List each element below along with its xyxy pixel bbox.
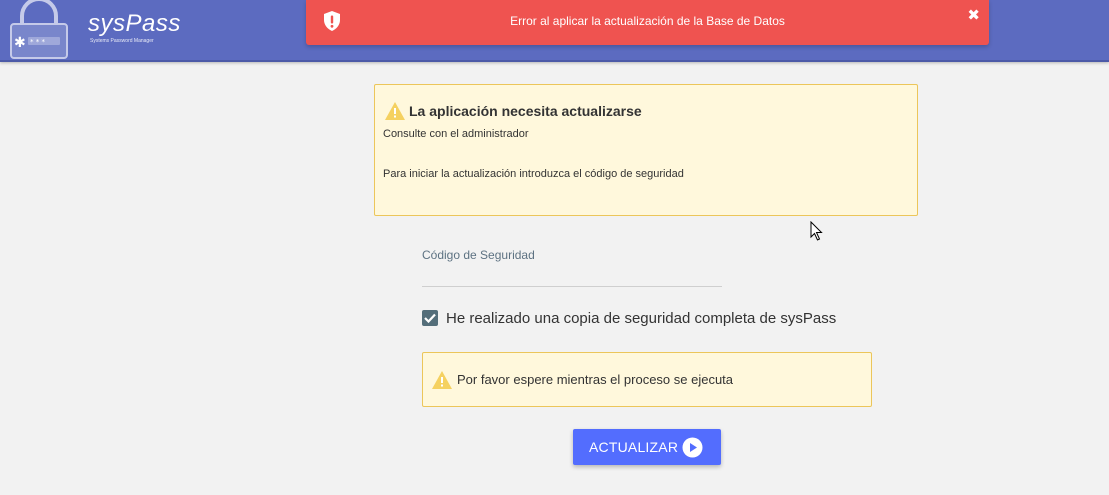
close-icon[interactable]: ✖ [967,6,980,24]
security-code-input[interactable] [422,266,722,287]
lock-logo-icon: ✱ * * * [10,0,68,59]
wait-text: Por favor espere mientras el proceso se … [457,372,734,387]
svg-text:* * *: * * * [30,38,45,46]
warning-icon [385,102,405,120]
checkmark-icon [424,313,436,323]
wait-notice: Por favor espere mientras el proceso se … [422,352,872,407]
error-alert: Error al aplicar la actualización de la … [306,0,989,45]
security-code-label: Código de Seguridad [422,248,535,262]
update-button[interactable]: ACTUALIZAR [573,429,721,465]
backup-confirm-label[interactable]: He realizado una copia de seguridad comp… [446,310,836,327]
update-button-label: ACTUALIZAR [589,439,679,455]
backup-confirm-checkbox[interactable] [422,310,438,326]
shield-alert-icon [324,11,340,31]
error-message: Error al aplicar la actualización de la … [510,14,785,28]
notice-text-admin: Consulte con el administrador [383,128,529,140]
update-required-notice: La aplicación necesita actualizarse Cons… [374,84,918,216]
app-name: sysPass [88,10,181,37]
notice-title: La aplicación necesita actualizarse [409,103,642,119]
notice-text-security-code: Para iniciar la actualización introduzca… [383,168,684,180]
app-subtitle: Systems Password Manager [90,38,154,44]
warning-icon [432,371,452,389]
play-circle-icon [682,437,703,458]
mouse-cursor-icon [810,221,823,241]
svg-text:✱: ✱ [14,35,26,51]
app-logo[interactable]: ✱ * * * sysPass Systems Password Manager [8,0,180,60]
